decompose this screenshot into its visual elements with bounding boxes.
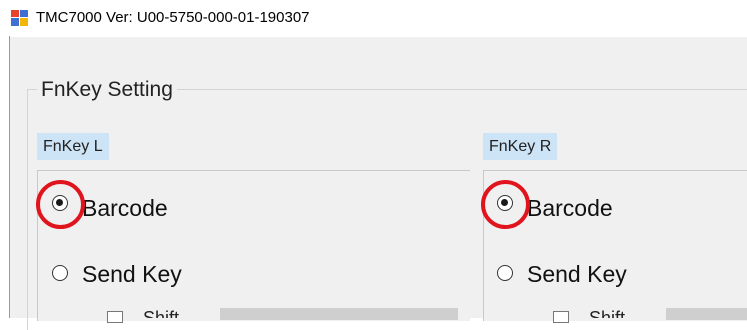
- shift-field-l[interactable]: [220, 308, 458, 320]
- highlight-circle-l: [36, 180, 85, 229]
- shift-label-l: Shift: [143, 308, 180, 318]
- shift-field-r[interactable]: [666, 308, 747, 320]
- radio-label-sendkey-l[interactable]: Send Key: [82, 261, 182, 288]
- panel-label-fnkey-l: FnKey L: [37, 133, 109, 160]
- radio-label-sendkey-r[interactable]: Send Key: [527, 261, 627, 288]
- window-title: TMC7000 Ver: U00-5750-000-01-190307: [36, 9, 310, 26]
- shift-label-r: Shift: [589, 308, 626, 318]
- radio-sendkey-r[interactable]: [497, 265, 513, 281]
- app-window-icon: [11, 10, 28, 26]
- highlight-circle-r: [481, 180, 530, 229]
- group-title: FnKey Setting: [37, 78, 177, 102]
- radio-label-barcode-r[interactable]: Barcode: [527, 195, 613, 222]
- panel-fnkey-l: [37, 170, 470, 321]
- title-bar[interactable]: TMC7000 Ver: U00-5750-000-01-190307: [0, 0, 747, 36]
- radio-label-barcode-l[interactable]: Barcode: [82, 195, 168, 222]
- shift-checkbox-r[interactable]: [553, 311, 569, 323]
- shift-checkbox-l[interactable]: [107, 311, 123, 323]
- radio-sendkey-l[interactable]: [52, 265, 68, 281]
- panel-label-fnkey-r: FnKey R: [483, 133, 558, 160]
